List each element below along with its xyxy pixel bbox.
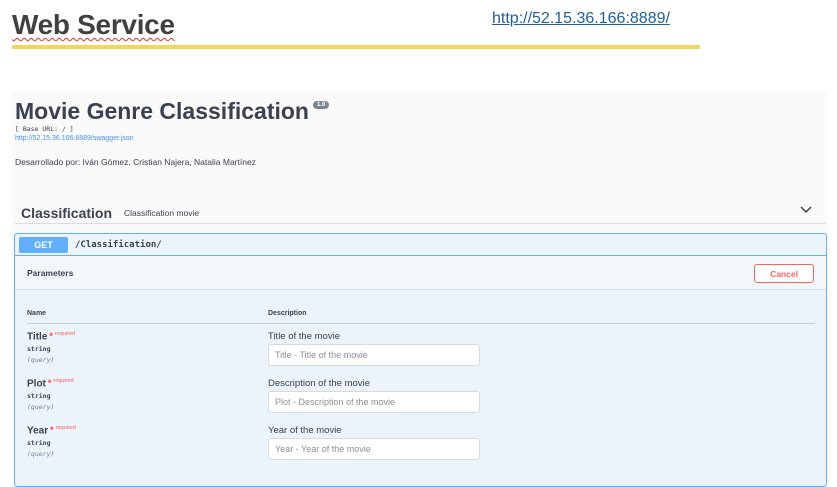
parameter-type: string [27,345,51,353]
document-title: Web Service [12,9,175,40]
parameters-title: Parameters [27,268,74,278]
parameter-type: string [27,392,51,400]
highlight-rule [12,45,700,49]
tag-description: Classification movie [124,208,200,218]
parameter-row-plot: Plot * required string (query) Description… [27,378,817,424]
title-input[interactable] [268,344,480,366]
operation-summary[interactable]: GET /Classification/ [15,234,826,256]
cancel-button[interactable]: Cancel [754,264,814,283]
api-description: Desarrollado por: Iván Gómez, Cristian N… [15,157,256,167]
column-header-description: Description [268,310,307,317]
parameter-description: Description of the movie [268,378,370,389]
operation-block-get-classification: GET /Classification/ Parameters Cancel N… [14,233,827,487]
parameter-location: (query) [27,450,55,458]
version-badge: 1.0 [312,101,330,109]
method-badge: GET [19,237,68,253]
operation-path: /Classification/ [75,240,162,250]
parameter-location: (query) [27,356,55,364]
parameter-description: Title of the movie [268,331,340,342]
parameter-type: string [27,439,51,447]
parameters-header: Parameters Cancel [15,256,826,290]
tag-name: Classification [21,205,113,221]
swagger-json-link[interactable]: http://52.15.36.166:8889/swagger.json [15,135,134,142]
tag-section-classification[interactable]: Classification Classification movie [15,196,826,224]
column-header-name: Name [27,310,47,317]
parameter-row-title: Title * required string (query) Title of t… [27,331,817,377]
base-url: [ Base URL: / ] [15,125,74,133]
year-input[interactable] [268,438,480,460]
api-title: Movie Genre Classification 1.0 [15,98,330,125]
parameter-description: Year of the movie [268,425,342,436]
parameter-name: Plot * required [27,378,74,390]
parameter-name: Title * required [27,331,76,343]
parameter-location: (query) [27,403,55,411]
service-url-link[interactable]: http://52.15.36.166:8889/ [492,10,670,28]
parameter-name: Year * required [27,425,76,437]
plot-input[interactable] [268,391,480,413]
parameter-row-year: Year * required string (query) Year of the… [27,425,817,471]
swagger-ui: Movie Genre Classification 1.0 [ Base URL… [12,92,827,487]
header-divider [27,323,815,324]
chevron-down-icon[interactable] [800,206,812,214]
